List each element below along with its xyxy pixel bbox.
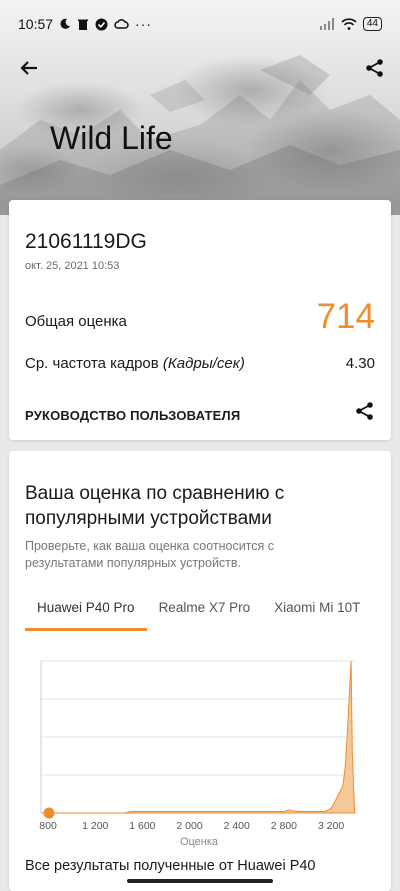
guide-share-button[interactable] xyxy=(355,401,375,426)
chart-svg: 800 1 200 1 600 2 000 2 400 2 800 3 200 Оценка xyxy=(39,660,357,848)
x-axis-label: Оценка xyxy=(180,836,219,848)
trash-icon xyxy=(78,19,89,30)
comparison-card: Ваша оценка по сравнению с популярными у… xyxy=(9,451,391,891)
status-bar: 10:57 ··· 44 xyxy=(0,0,400,48)
share-button[interactable] xyxy=(359,52,391,84)
x-tick-label-3: 2 000 xyxy=(176,820,202,832)
fps-label: Ср. частота кадров xyxy=(25,355,159,372)
battery-icon: 44 xyxy=(362,17,382,31)
tab-xiaomi-mi-10t[interactable]: Xiaomi Mi 10T xyxy=(262,591,372,631)
more-dots-icon: ··· xyxy=(135,16,153,32)
status-time: 10:57 xyxy=(18,16,54,32)
signal-icon xyxy=(319,18,334,30)
check-badge-icon xyxy=(95,18,108,30)
back-button[interactable] xyxy=(13,52,45,84)
score-value: 714 xyxy=(316,297,375,336)
comparison-footer: Все результаты полученные от Huawei P40 xyxy=(25,858,316,874)
wifi-icon xyxy=(341,18,357,30)
page-title: Wild Life xyxy=(50,120,173,156)
result-card: 21061119DG окт. 25, 2021 10:53 Общая оце… xyxy=(9,200,391,440)
result-date: окт. 25, 2021 10:53 xyxy=(25,260,120,272)
x-tick-label-2: 1 600 xyxy=(129,820,155,832)
device-name: 21061119DG xyxy=(25,230,147,253)
comparison-subtitle: Проверьте, как ваша оценка соотносится с… xyxy=(25,539,275,570)
back-arrow-icon xyxy=(20,61,37,75)
x-tick-label-0: 800 xyxy=(39,820,57,832)
score-distribution-chart: 800 1 200 1 600 2 000 2 400 2 800 3 200 Оценка xyxy=(9,651,391,851)
x-tick-label-5: 2 800 xyxy=(271,820,297,832)
share-icon xyxy=(356,402,373,420)
score-label: Общая оценка xyxy=(25,313,127,330)
comparison-title: Ваша оценка по сравнению с популярными у… xyxy=(25,483,285,529)
x-tick-label-4: 2 400 xyxy=(224,820,250,832)
x-tick-label-1: 1 200 xyxy=(82,820,108,832)
tab-realme-x7-pro[interactable]: Realme X7 Pro xyxy=(147,591,263,631)
your-score-marker xyxy=(43,807,55,819)
moon-icon xyxy=(60,18,71,29)
user-guide-link[interactable]: РУКОВОДСТВО ПОЛЬЗОВАТЕЛЯ xyxy=(25,408,240,423)
header-artwork: 10:57 ··· 44 Wild Life xyxy=(0,0,400,215)
gesture-nav-bar[interactable] xyxy=(127,879,273,883)
tab-huawei-p40-pro[interactable]: Huawei P40 Pro xyxy=(25,591,147,631)
x-tick-label-6: 3 200 xyxy=(318,820,344,832)
device-tabs: Huawei P40 Pro Realme X7 Pro Xiaomi Mi 1… xyxy=(25,591,391,631)
fps-label-row: Ср. частота кадров (Кадры/сек) xyxy=(25,355,245,372)
cloud-icon xyxy=(114,19,129,29)
fps-value: 4.30 xyxy=(345,355,375,372)
fps-unit: (Кадры/сек) xyxy=(162,355,245,372)
share-icon xyxy=(366,59,383,77)
